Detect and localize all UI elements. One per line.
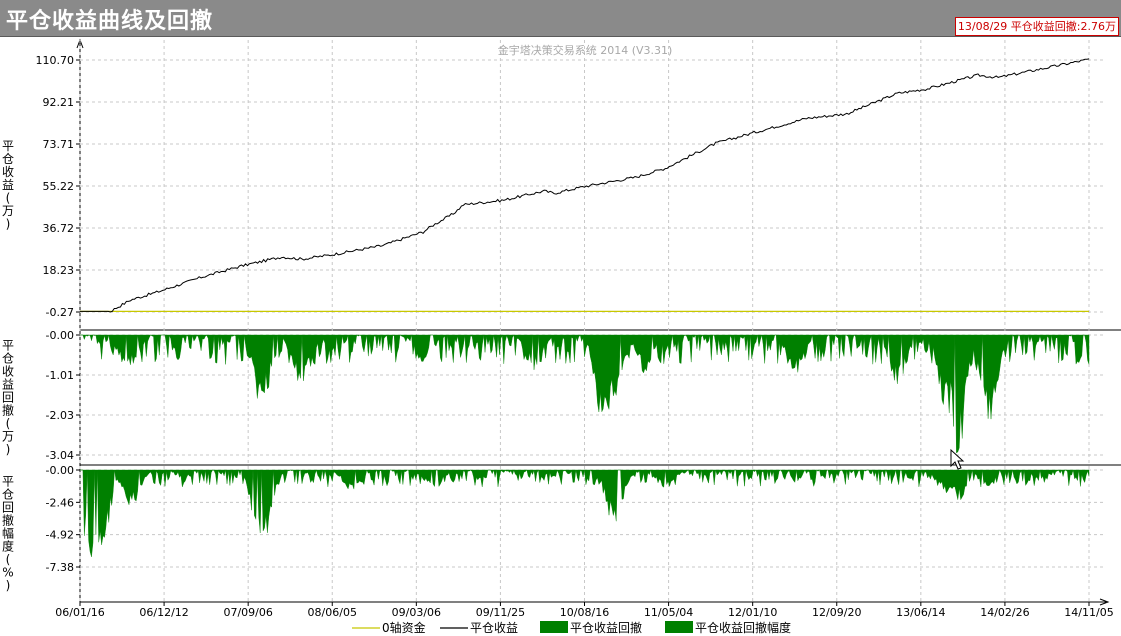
x-tick-label: 08/06/05	[308, 606, 357, 619]
x-tick-label: 12/09/20	[812, 606, 861, 619]
x-tick-label: 06/01/16	[55, 606, 104, 619]
y-tick-label: 36.72	[43, 222, 75, 235]
drawdown-area	[80, 334, 1090, 454]
x-tick-label: 09/11/25	[476, 606, 525, 619]
legend-swatch	[540, 621, 568, 633]
y-tick-label: -0.00	[46, 329, 74, 342]
y-axis-label: 平仓回撤幅度(%)	[2, 475, 14, 593]
x-tick-label: 06/12/12	[139, 606, 188, 619]
legend-swatch	[665, 621, 693, 633]
legend-label: 0轴资金	[382, 620, 426, 635]
x-tick-labels: 06/01/16 06/12/12 07/09/06 08/06/05 09/03/06…	[55, 602, 1114, 619]
x-tick-label: 11/05/04	[644, 606, 693, 619]
x-tick-label: 10/08/16	[560, 606, 609, 619]
y-tick-label: 73.71	[43, 138, 75, 151]
y-axis-label: 平仓收益(万)	[2, 139, 14, 231]
y-tick-label: -7.38	[46, 561, 74, 574]
cursor-info-box: 13/08/29 平仓收益回撤:2.76万	[954, 17, 1119, 36]
drawdown-pct-area	[80, 469, 1090, 557]
window-title: 平仓收益曲线及回撤	[6, 9, 214, 34]
legend-label: 平仓收益	[470, 621, 518, 635]
y-tick-label: 110.70	[36, 54, 75, 67]
y-tick-label: -2.03	[46, 409, 74, 422]
equity-drawdown-chart[interactable]: 110.70 92.21 73.71 55.22 36.72 18.23 -0.27 -0.0…	[0, 36, 1121, 636]
y-tick-label: -2.46	[46, 496, 74, 509]
series-layer	[80, 58, 1090, 557]
y-axis-label: 平仓收益回撤(万)	[2, 339, 14, 457]
title-bar: 平仓收益曲线及回撤 13/08/29 平仓收益回撤:2.76万	[0, 0, 1121, 37]
y-tick-label: -1.01	[46, 369, 74, 382]
y-tick-label: -3.04	[46, 449, 74, 462]
chart-frame	[76, 38, 1121, 606]
y-tick-label: -0.27	[46, 306, 74, 319]
y-tick-label: 55.22	[43, 180, 75, 193]
y-tick-label: -0.00	[46, 464, 74, 477]
y-tick-label: 92.21	[43, 96, 75, 109]
x-tick-label: 14/11/05	[1064, 606, 1113, 619]
y-axis-labels: 平仓收益(万) 平仓收益回撤(万) 平仓回撤幅度(%)	[2, 139, 14, 593]
y-tick-label: 18.23	[43, 264, 75, 277]
x-tick-label: 07/09/06	[223, 606, 272, 619]
mouse-cursor-icon	[950, 448, 965, 470]
x-tick-label: 12/01/10	[728, 606, 777, 619]
y-tick-labels: 110.70 92.21 73.71 55.22 36.72 18.23 -0.27 -0.0…	[36, 54, 80, 574]
legend-label: 平仓收益回撤	[570, 620, 642, 635]
x-tick-label: 09/03/06	[392, 606, 441, 619]
legend: 0轴资金 平仓收益 平仓收益回撤 平仓收益回撤幅度	[352, 620, 791, 635]
chart-title: 金宇塔决策交易系统 2014 (V3.31)	[498, 43, 673, 57]
y-tick-label: -4.92	[46, 529, 74, 542]
x-tick-label: 14/02/26	[980, 606, 1029, 619]
grid-lines	[79, 40, 1106, 602]
x-tick-label: 13/06/14	[896, 606, 945, 619]
legend-label: 平仓收益回撤幅度	[695, 620, 791, 635]
